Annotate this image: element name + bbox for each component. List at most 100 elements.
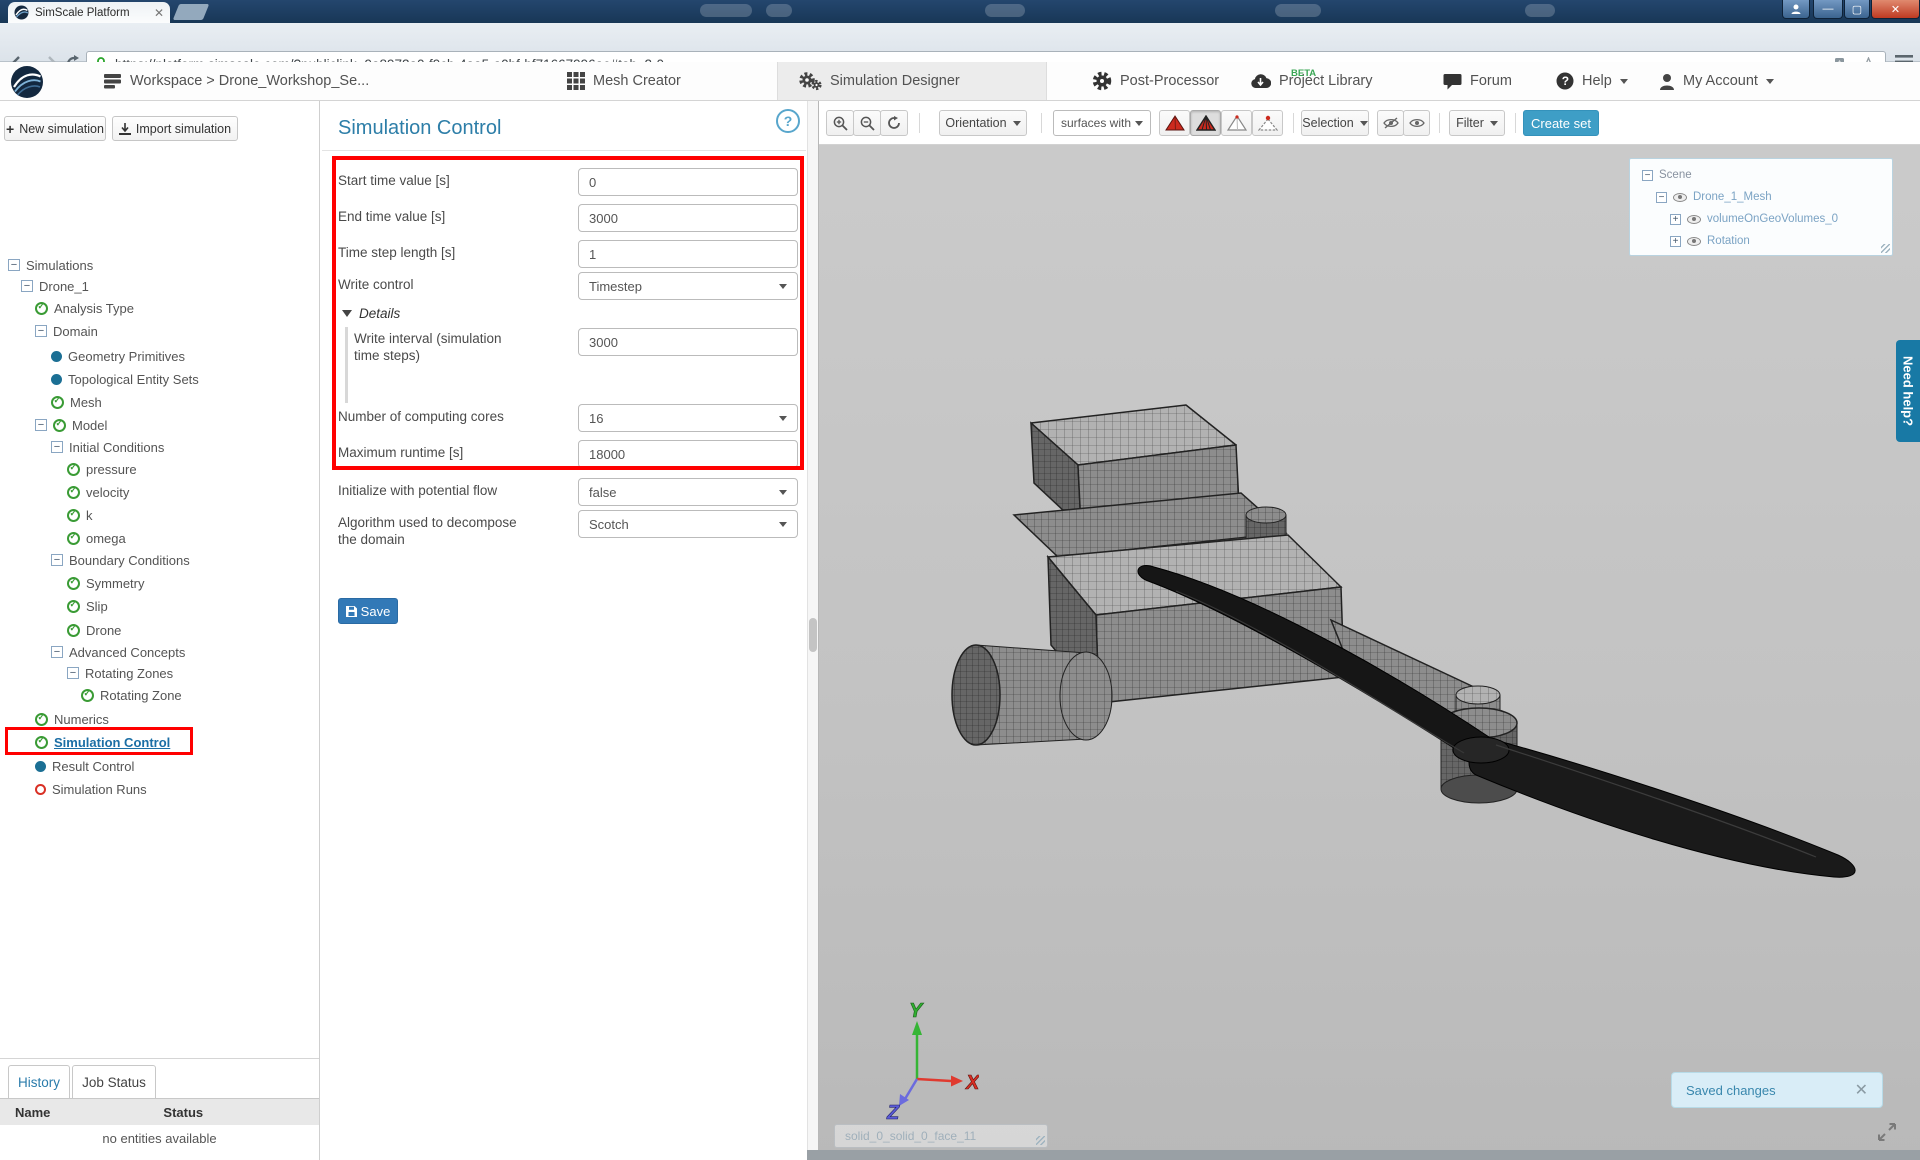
tab-close-icon[interactable]: ✕ — [154, 7, 164, 19]
tree-item-slip[interactable]: Slip — [67, 596, 108, 616]
tree-item-result-control[interactable]: Result Control — [35, 756, 134, 776]
nav-my-account[interactable]: My Account — [1659, 62, 1774, 100]
tree-item-rotating-zone[interactable]: Rotating Zone — [81, 685, 182, 705]
computing-cores-select[interactable]: 16 — [578, 404, 798, 432]
collapse-icon[interactable]: − — [51, 554, 63, 566]
show-selection-button[interactable] — [1403, 110, 1430, 136]
tree-item-numerics[interactable]: Numerics — [35, 709, 109, 729]
render-surface-edges-button[interactable] — [1190, 110, 1221, 136]
eye-slash-icon — [1383, 117, 1399, 129]
scrollbar-thumb[interactable] — [809, 618, 817, 652]
tab-history[interactable]: History — [8, 1065, 70, 1099]
need-help-tab[interactable]: Need help? — [1896, 340, 1920, 442]
collapse-icon[interactable]: − — [35, 325, 47, 337]
browser-tab[interactable]: SimScale Platform ✕ — [8, 2, 170, 23]
viewport-3d[interactable]: Orientation surfaces with ed Selection — [818, 101, 1920, 1160]
nav-post-processor[interactable]: Post-Processor — [1092, 62, 1219, 100]
hide-selection-button[interactable] — [1377, 110, 1404, 136]
tree-item-geometry-primitives[interactable]: Geometry Primitives — [51, 346, 185, 366]
collapse-icon[interactable]: − — [51, 646, 63, 658]
tree-item-simulation-runs[interactable]: Simulation Runs — [35, 779, 147, 799]
collapse-icon[interactable]: − — [1656, 192, 1667, 203]
tree-item-simulation-control[interactable]: Simulation Control — [35, 732, 170, 752]
window-maximize-button[interactable]: ▢ — [1844, 0, 1870, 19]
nav-simulation-designer[interactable]: Simulation Designer — [798, 62, 960, 100]
tree-item-boundary-conditions[interactable]: −Boundary Conditions — [51, 550, 190, 570]
write-interval-input[interactable] — [578, 328, 798, 356]
toast-close-icon[interactable]: ✕ — [1855, 1080, 1868, 1100]
nav-mesh-creator[interactable]: Mesh Creator — [567, 62, 681, 100]
panel-scrollbar[interactable] — [807, 101, 818, 1160]
browser-profile-button[interactable] — [1782, 0, 1810, 19]
new-tab-button[interactable] — [173, 4, 209, 20]
render-points-button[interactable] — [1252, 110, 1283, 136]
collapse-icon[interactable]: − — [8, 259, 20, 271]
nav-help[interactable]: ? Help — [1556, 62, 1628, 100]
tree-item-topological-entity-sets[interactable]: Topological Entity Sets — [51, 369, 199, 389]
max-runtime-input[interactable] — [578, 440, 798, 468]
tree-item-advanced-concepts[interactable]: −Advanced Concepts — [51, 642, 185, 662]
scene-item-volume[interactable]: + volumeOnGeoVolumes_0 — [1670, 209, 1838, 229]
tree-item-domain[interactable]: −Domain — [35, 321, 98, 341]
tree-item-drone-1[interactable]: −Drone_1 — [21, 276, 89, 296]
visibility-eye-icon[interactable] — [1687, 237, 1701, 246]
tab-job-status[interactable]: Job Status — [72, 1065, 156, 1099]
collapse-icon[interactable]: − — [21, 280, 33, 292]
collapse-icon[interactable]: − — [1642, 170, 1653, 181]
details-toggle[interactable]: Details — [342, 306, 400, 321]
selection-button[interactable]: Selection — [1301, 110, 1369, 136]
tree-item-symmetry[interactable]: Symmetry — [67, 573, 145, 593]
visibility-eye-icon[interactable] — [1673, 193, 1687, 202]
reset-view-button[interactable] — [880, 110, 908, 136]
tree-item-velocity[interactable]: velocity — [67, 482, 129, 502]
render-wireframe-button[interactable] — [1221, 110, 1252, 136]
new-simulation-button[interactable]: + New simulation — [4, 116, 106, 141]
simscale-logo[interactable] — [10, 63, 44, 101]
tree-item-initial-conditions[interactable]: −Initial Conditions — [51, 437, 164, 457]
potential-flow-select[interactable]: false — [578, 478, 798, 506]
collapse-icon[interactable]: − — [51, 441, 63, 453]
tree-item-analysis-type[interactable]: Analysis Type — [35, 298, 134, 318]
tree-item-omega[interactable]: omega — [67, 528, 126, 548]
scene-root[interactable]: − Scene — [1642, 165, 1692, 185]
nav-project-library[interactable]: Project Library — [1250, 62, 1372, 100]
tree-item-pressure[interactable]: pressure — [67, 459, 137, 479]
tree-item-drone[interactable]: Drone — [67, 620, 121, 640]
resize-handle[interactable] — [1881, 244, 1890, 253]
import-simulation-button[interactable]: Import simulation — [112, 116, 238, 141]
collapse-icon[interactable]: − — [35, 419, 47, 431]
scene-item-drone-mesh[interactable]: − Drone_1_Mesh — [1656, 187, 1772, 207]
write-control-select[interactable]: Timestep — [578, 272, 798, 300]
decompose-algorithm-select[interactable]: Scotch — [578, 510, 798, 538]
render-solid-button[interactable] — [1159, 110, 1190, 136]
tree-item-model[interactable]: −Model — [35, 415, 107, 435]
create-set-button[interactable]: Create set — [1523, 110, 1599, 136]
expand-icon[interactable]: + — [1670, 214, 1681, 225]
scene-item-rotation[interactable]: + Rotation — [1670, 231, 1750, 251]
visibility-eye-icon[interactable] — [1687, 215, 1701, 224]
filter-button[interactable]: Filter — [1449, 110, 1505, 136]
end-time-input[interactable] — [578, 204, 798, 232]
resize-handle[interactable] — [1036, 1136, 1045, 1145]
orientation-button[interactable]: Orientation — [939, 110, 1027, 136]
window-minimize-button[interactable]: — — [1813, 0, 1843, 19]
window-close-button[interactable]: ✕ — [1871, 0, 1920, 19]
nav-workspace[interactable]: Workspace > Drone_Workshop_Se... — [103, 62, 369, 100]
time-step-input[interactable] — [578, 240, 798, 268]
collapse-icon[interactable]: − — [67, 667, 79, 679]
zoom-in-button[interactable] — [826, 110, 854, 136]
tree-item-simulations[interactable]: −Simulations — [8, 255, 93, 275]
nav-forum[interactable]: Forum — [1443, 62, 1512, 100]
fullscreen-expand-icon[interactable] — [1877, 1122, 1897, 1142]
expand-icon[interactable]: + — [1670, 236, 1681, 247]
tree-item-rotating-zones[interactable]: −Rotating Zones — [67, 663, 173, 683]
save-button[interactable]: Save — [338, 598, 398, 624]
tree-item-mesh[interactable]: Mesh — [51, 392, 102, 412]
help-circle-icon[interactable]: ? — [776, 109, 800, 133]
render-mode-select[interactable]: surfaces with ed — [1053, 110, 1151, 136]
chevron-down-icon — [779, 522, 787, 527]
tree-item-k[interactable]: k — [67, 505, 93, 525]
drone-mesh[interactable] — [936, 365, 1916, 925]
start-time-input[interactable] — [578, 168, 798, 196]
zoom-out-button[interactable] — [853, 110, 881, 136]
